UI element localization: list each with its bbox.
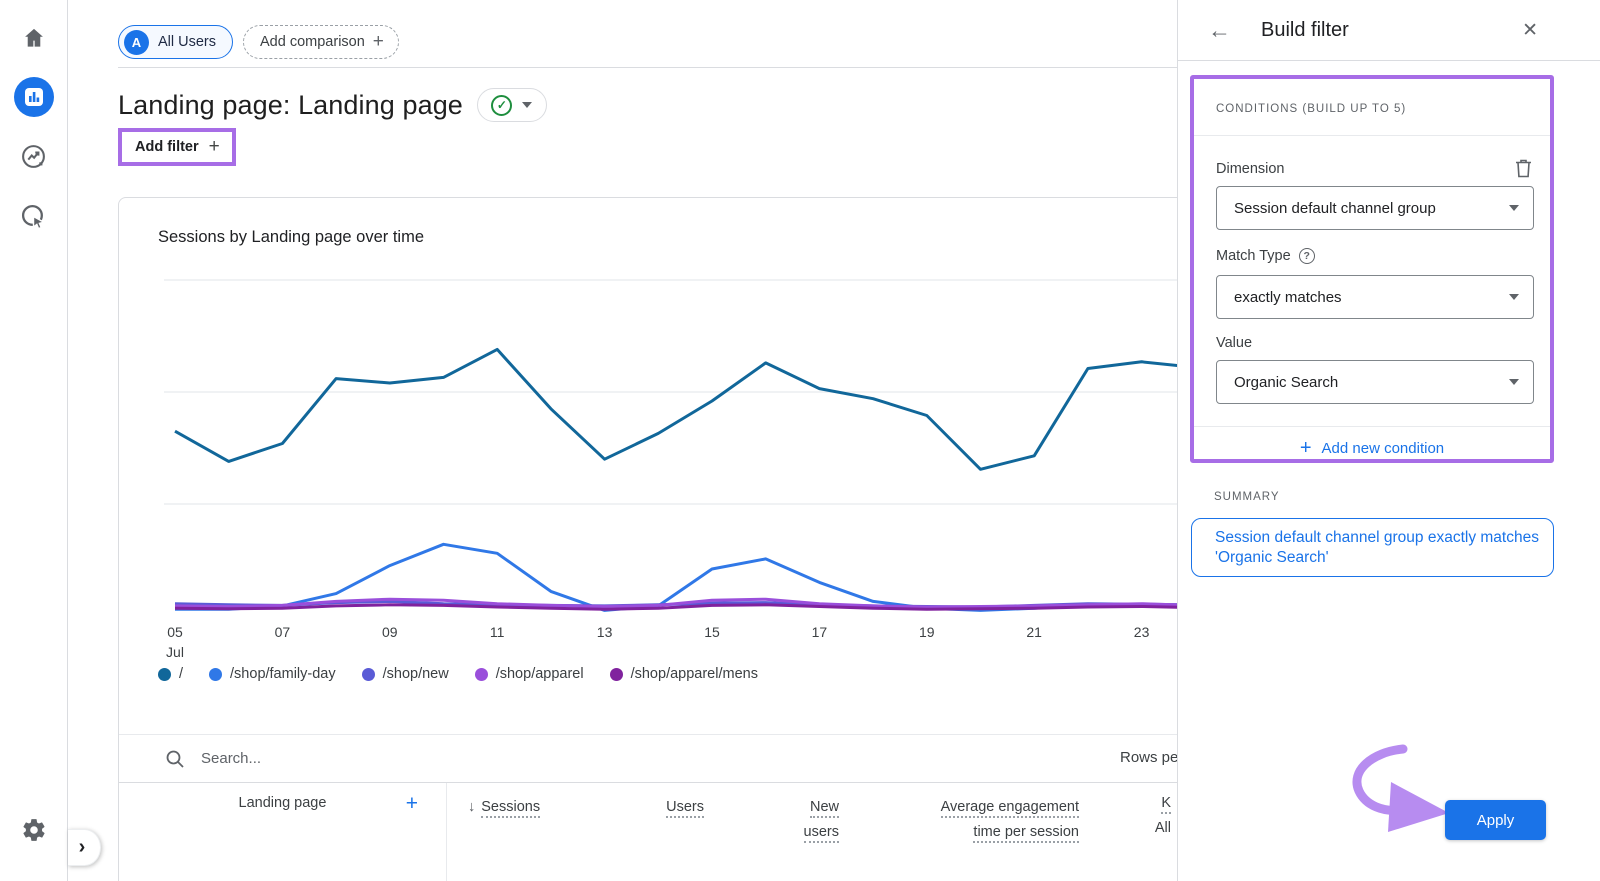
add-filter-label: Add filter	[135, 139, 199, 155]
help-icon[interactable]: ?	[1299, 248, 1315, 264]
series-dot	[362, 668, 375, 681]
divider	[1178, 60, 1600, 61]
panel-title: Build filter	[1261, 19, 1349, 42]
series-dot	[475, 668, 488, 681]
chevron-down-icon	[1509, 294, 1519, 300]
series-dot	[209, 668, 222, 681]
series-dot	[158, 668, 171, 681]
plus-icon: +	[1300, 437, 1312, 460]
divider	[1194, 426, 1550, 427]
sessions-line-chart	[119, 198, 1177, 621]
sort-desc-icon: ↓	[468, 799, 475, 815]
x-tick: 23	[1134, 622, 1150, 642]
add-filter-highlight-box: Add filter +	[118, 128, 236, 166]
plus-icon: +	[209, 136, 220, 158]
x-tick: 19	[919, 622, 935, 642]
x-tick: 21	[1026, 622, 1042, 642]
dimension-label: Dimension	[1216, 161, 1285, 177]
match-type-select[interactable]: exactly matches	[1216, 275, 1534, 319]
add-column-icon[interactable]: +	[406, 792, 418, 816]
report-card: Sessions by Landing page over time 05Jul…	[118, 197, 1177, 881]
x-tick: 15	[704, 622, 720, 642]
search-input[interactable]	[201, 750, 601, 767]
all-users-label: All Users	[158, 34, 216, 50]
conditions-highlight-box: CONDITIONS (BUILD UP TO 5) Dimension Ses…	[1190, 75, 1554, 463]
add-filter-button[interactable]: Add filter +	[122, 132, 232, 162]
value-label: Value	[1216, 335, 1252, 351]
home-icon[interactable]	[14, 18, 54, 58]
column-header-sessions[interactable]: ↓Sessions	[468, 795, 540, 820]
value-select[interactable]: Organic Search	[1216, 360, 1534, 404]
trash-icon[interactable]	[1515, 159, 1532, 183]
reports-icon[interactable]	[14, 77, 54, 117]
match-type-label: Match Type ?	[1216, 248, 1315, 264]
expand-nav-button[interactable]: ›	[68, 829, 101, 866]
table-header: Landing page + ↓Sessions Users Newusers …	[119, 782, 1177, 881]
filter-summary-chip: Session default channel group exactly ma…	[1191, 518, 1554, 577]
column-header-clipped[interactable]: KAll	[1099, 791, 1171, 841]
avatar: A	[124, 30, 149, 55]
comparison-chip-row: A All Users Add comparison +	[118, 25, 399, 59]
add-new-condition-button[interactable]: + Add new condition	[1194, 437, 1550, 460]
explore-icon[interactable]	[14, 136, 54, 176]
dimension-select[interactable]: Session default channel group	[1216, 186, 1534, 230]
x-tick: 07	[275, 622, 291, 642]
close-icon[interactable]: ✕	[1522, 19, 1538, 42]
divider	[1194, 135, 1550, 136]
panel-header: ← Build filter ✕	[1178, 0, 1600, 60]
all-users-chip[interactable]: A All Users	[118, 25, 233, 59]
chevron-down-icon	[1509, 205, 1519, 211]
add-comparison-label: Add comparison	[260, 34, 365, 50]
advertising-icon[interactable]	[14, 196, 54, 236]
column-header-new-users[interactable]: Newusers	[719, 795, 839, 845]
chart-legend: / /shop/family-day /shop/new /shop/appar…	[158, 666, 758, 682]
chevron-down-icon	[522, 102, 532, 108]
chevron-down-icon	[1509, 379, 1519, 385]
gear-icon[interactable]	[14, 810, 54, 850]
left-nav	[0, 0, 68, 881]
app-root: › A All Users Add comparison + Landing p…	[0, 0, 1600, 881]
table-search-row: Rows per	[119, 735, 1177, 782]
chevron-right-icon: ›	[79, 836, 86, 859]
x-tick: 17	[812, 622, 828, 642]
legend-item: /	[158, 666, 183, 682]
conditions-title: CONDITIONS (BUILD UP TO 5)	[1216, 103, 1406, 115]
column-header-users[interactable]: Users	[584, 795, 704, 820]
x-tick: 05Jul	[166, 622, 184, 662]
dimension-column-header[interactable]: Landing page +	[119, 795, 446, 811]
back-arrow-icon[interactable]: ←	[1208, 17, 1231, 44]
legend-item: /shop/apparel/mens	[610, 666, 758, 682]
page-title: Landing page: Landing page	[118, 90, 463, 121]
plus-icon: +	[373, 31, 384, 53]
divider	[118, 67, 1177, 68]
apply-button[interactable]: Apply	[1445, 800, 1546, 840]
legend-item: /shop/apparel	[475, 666, 584, 682]
x-tick: 09	[382, 622, 398, 642]
check-circle-icon: ✓	[491, 95, 512, 116]
summary-label: SUMMARY	[1214, 491, 1280, 503]
x-tick: 11	[490, 622, 505, 642]
column-header-avg-engagement[interactable]: Average engagementtime per session	[831, 795, 1079, 845]
search-icon	[165, 749, 185, 769]
report-status-dropdown[interactable]: ✓	[477, 88, 547, 122]
add-comparison-chip[interactable]: Add comparison +	[243, 25, 399, 59]
rows-per-page-label: Rows per	[1120, 749, 1177, 766]
legend-item: /shop/family-day	[209, 666, 336, 682]
x-tick: 13	[597, 622, 613, 642]
legend-item: /shop/new	[362, 666, 449, 682]
main-content: A All Users Add comparison + Landing pag…	[68, 0, 1177, 881]
x-axis: 05Jul 07 09 11 13 15 17 19 21 23	[119, 622, 1177, 666]
build-filter-panel: ← Build filter ✕ CONDITIONS (BUILD UP TO…	[1177, 0, 1600, 881]
series-dot	[610, 668, 623, 681]
column-divider	[446, 783, 447, 881]
